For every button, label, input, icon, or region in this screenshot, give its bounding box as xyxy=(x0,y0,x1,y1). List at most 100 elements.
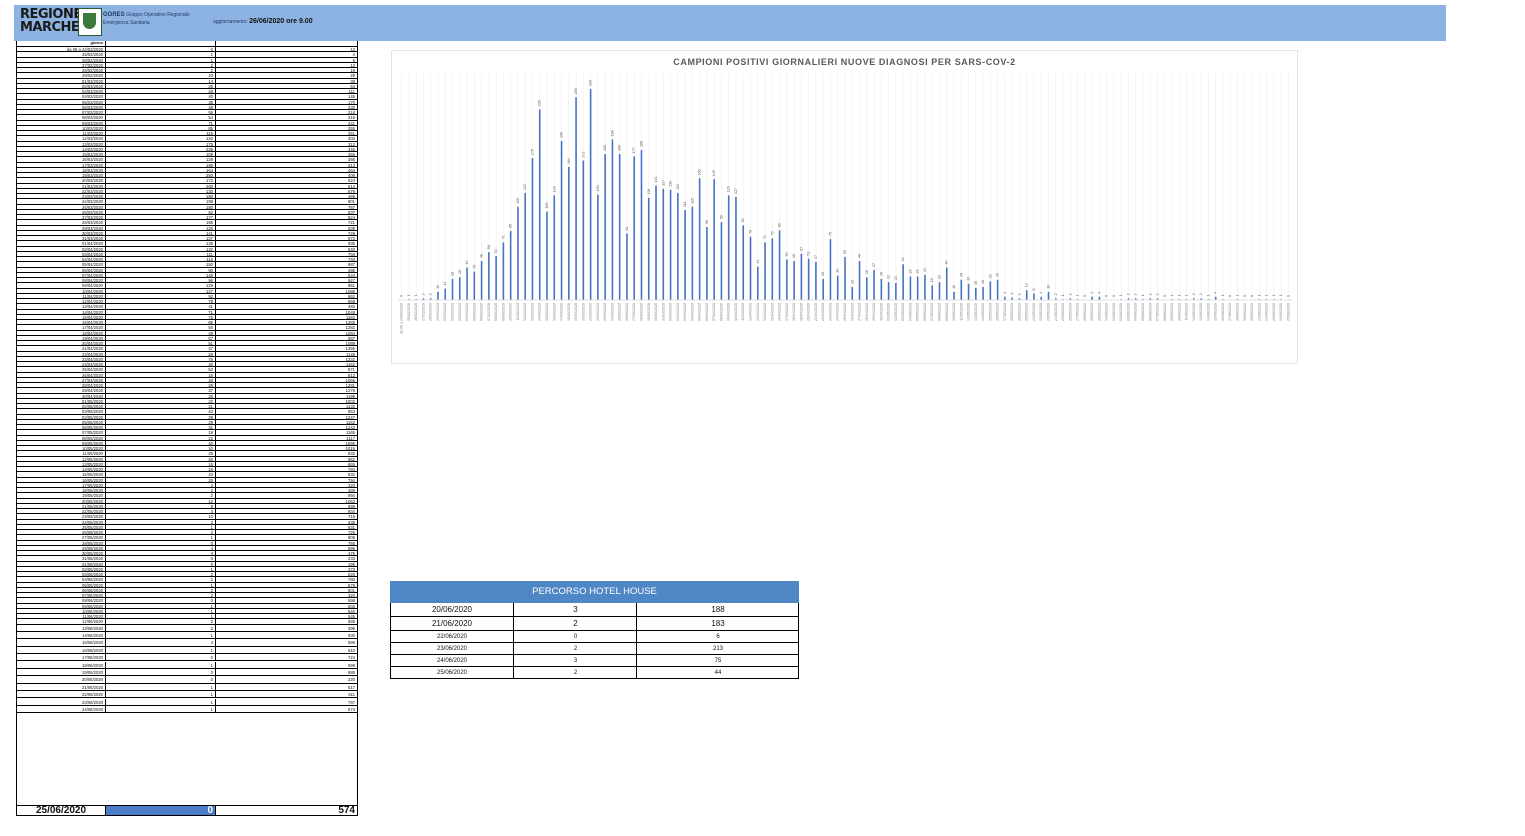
row-date: 07/03/2020 xyxy=(82,110,103,115)
tick-label: 28/03/2020 xyxy=(639,303,643,321)
data-label: 4 xyxy=(1097,292,1101,294)
chart-bar xyxy=(756,266,759,300)
row-date: 12/04/2020 xyxy=(82,299,103,304)
chart-bar xyxy=(887,282,890,300)
chart-bar xyxy=(1025,290,1028,300)
data-label: 8 xyxy=(1032,289,1036,291)
tick-label: 12/06/2020 xyxy=(1192,303,1196,321)
row-tamponi: 832 xyxy=(215,472,357,477)
row-tamponi: 934 xyxy=(215,509,357,514)
hotel-tamponi: 213 xyxy=(636,643,799,654)
row-tamponi: 794 xyxy=(215,251,357,256)
tick-label: 10/03/2020 xyxy=(509,303,513,321)
chart-bar xyxy=(866,277,868,300)
chart-bar xyxy=(647,197,650,300)
data-label: 129 xyxy=(552,186,556,192)
row-positivi: 71 xyxy=(105,120,215,125)
row-positivi: 10 xyxy=(105,73,215,78)
row-positivi: 129 xyxy=(105,283,215,288)
update-value: 26/06/2020 ore 9.00 xyxy=(249,18,313,25)
tick-label: 23/04/2020 xyxy=(828,303,832,321)
data-label: 59 xyxy=(487,245,491,249)
hotel-tamponi: 6 xyxy=(636,631,799,642)
row-tamponi: 6 xyxy=(215,57,357,62)
row-date: 28/03/2020 xyxy=(82,220,103,225)
row-date: 19/05/2020 xyxy=(82,493,103,498)
row-date: 24/03/2020 xyxy=(82,199,103,204)
table-row: 16/06/2020 1 510 xyxy=(17,646,357,655)
row-tamponi: 726 xyxy=(215,530,357,535)
chart-bar xyxy=(815,261,817,300)
chart-bar xyxy=(1004,296,1006,300)
row-positivi: 1 xyxy=(105,603,215,608)
row-positivi: 1 xyxy=(105,566,215,571)
data-label: 54 xyxy=(494,249,498,253)
row-positivi: 57 xyxy=(105,335,215,340)
row-tamponi: 218 xyxy=(215,110,357,115)
hotel-positivi: 2 xyxy=(513,617,637,630)
row-date: 08/06/2020 xyxy=(82,598,103,603)
row-date: 28/04/2020 xyxy=(82,383,103,388)
row-date: 29/05/2020 xyxy=(82,545,103,550)
tick-label: 14/05/2020 xyxy=(981,303,985,321)
hotel-tamponi: 183 xyxy=(636,617,799,630)
row-tamponi: 579 xyxy=(215,188,357,193)
data-label: 57 xyxy=(799,247,803,251)
data-label: 16 xyxy=(850,280,854,284)
row-positivi: 96 xyxy=(105,278,215,283)
chart-bar xyxy=(560,141,563,300)
row-positivi: 0 xyxy=(105,561,215,566)
shield-icon xyxy=(78,8,102,36)
row-positivi: 29 xyxy=(105,414,215,419)
chart-bar xyxy=(626,233,628,300)
footer-date: 25/06/2020 xyxy=(35,806,87,815)
data-label: 26 xyxy=(451,272,455,276)
tick-label: 18/03/2020 xyxy=(567,303,571,321)
row-date: 21/03/2020 xyxy=(82,183,103,188)
row-date: 08/04/2020 xyxy=(82,278,103,283)
row-tamponi: 512 xyxy=(215,372,357,377)
data-label: 0 xyxy=(1083,295,1087,297)
data-label: 18 xyxy=(930,278,934,282)
data-label: 3 xyxy=(1010,293,1014,295)
tick-label: 27/05/2020 xyxy=(1076,303,1080,321)
row-tamponi: 574 xyxy=(215,705,357,713)
data-label: 1 xyxy=(1221,294,1225,296)
row-tamponi: 614 xyxy=(215,183,357,188)
chart-bar xyxy=(553,195,556,300)
chart-bar xyxy=(568,166,570,300)
data-label: 48 xyxy=(480,254,484,258)
row-positivi: 0 xyxy=(105,654,215,661)
tick-label: 01/06/2020 xyxy=(1112,303,1116,321)
data-label: 16 xyxy=(981,280,985,284)
tick-label: 17/04/2020 xyxy=(785,303,789,321)
row-date: 05/06/2020 xyxy=(82,582,103,587)
tick-label: 14/06/2020 xyxy=(1206,303,1210,321)
row-date: 05/04/2020 xyxy=(82,262,103,267)
tick-label: 29/03/2020 xyxy=(647,303,651,321)
row-positivi: 2 xyxy=(105,577,215,582)
tick-label: 09/03/2020 xyxy=(501,303,505,321)
tick-label: 12/04/2020 xyxy=(749,303,753,321)
table-row: 13/06/2020 2 396 xyxy=(17,624,357,632)
data-label: 31 xyxy=(923,268,927,272)
row-date: 01/06/2020 xyxy=(82,561,103,566)
data-label: 37 xyxy=(872,263,876,267)
chart-bar xyxy=(1091,296,1093,300)
tick-label: 18/06/2020 xyxy=(1235,303,1239,321)
row-positivi: 44 xyxy=(105,409,215,414)
chart-bar xyxy=(858,261,861,300)
row-date: 15/04/2020 xyxy=(82,314,103,319)
data-label: 21 xyxy=(894,276,898,280)
tick-label: 14/03/2020 xyxy=(538,303,542,321)
row-positivi: 1 xyxy=(105,614,215,619)
row-date: 03/04/2020 xyxy=(82,251,103,256)
data-label: 141 xyxy=(654,177,658,183)
logo-line2: MARCHE xyxy=(20,20,80,35)
region-logo: REGIONE MARCHE xyxy=(20,8,82,36)
row-positivi: 1 xyxy=(105,582,215,587)
row-date: 11/06/2020 xyxy=(82,614,103,619)
row-date: 11/03/2020 xyxy=(82,131,103,136)
tick-label: 08/06/2020 xyxy=(1163,303,1167,321)
row-date: 09/05/2020 xyxy=(82,440,103,445)
